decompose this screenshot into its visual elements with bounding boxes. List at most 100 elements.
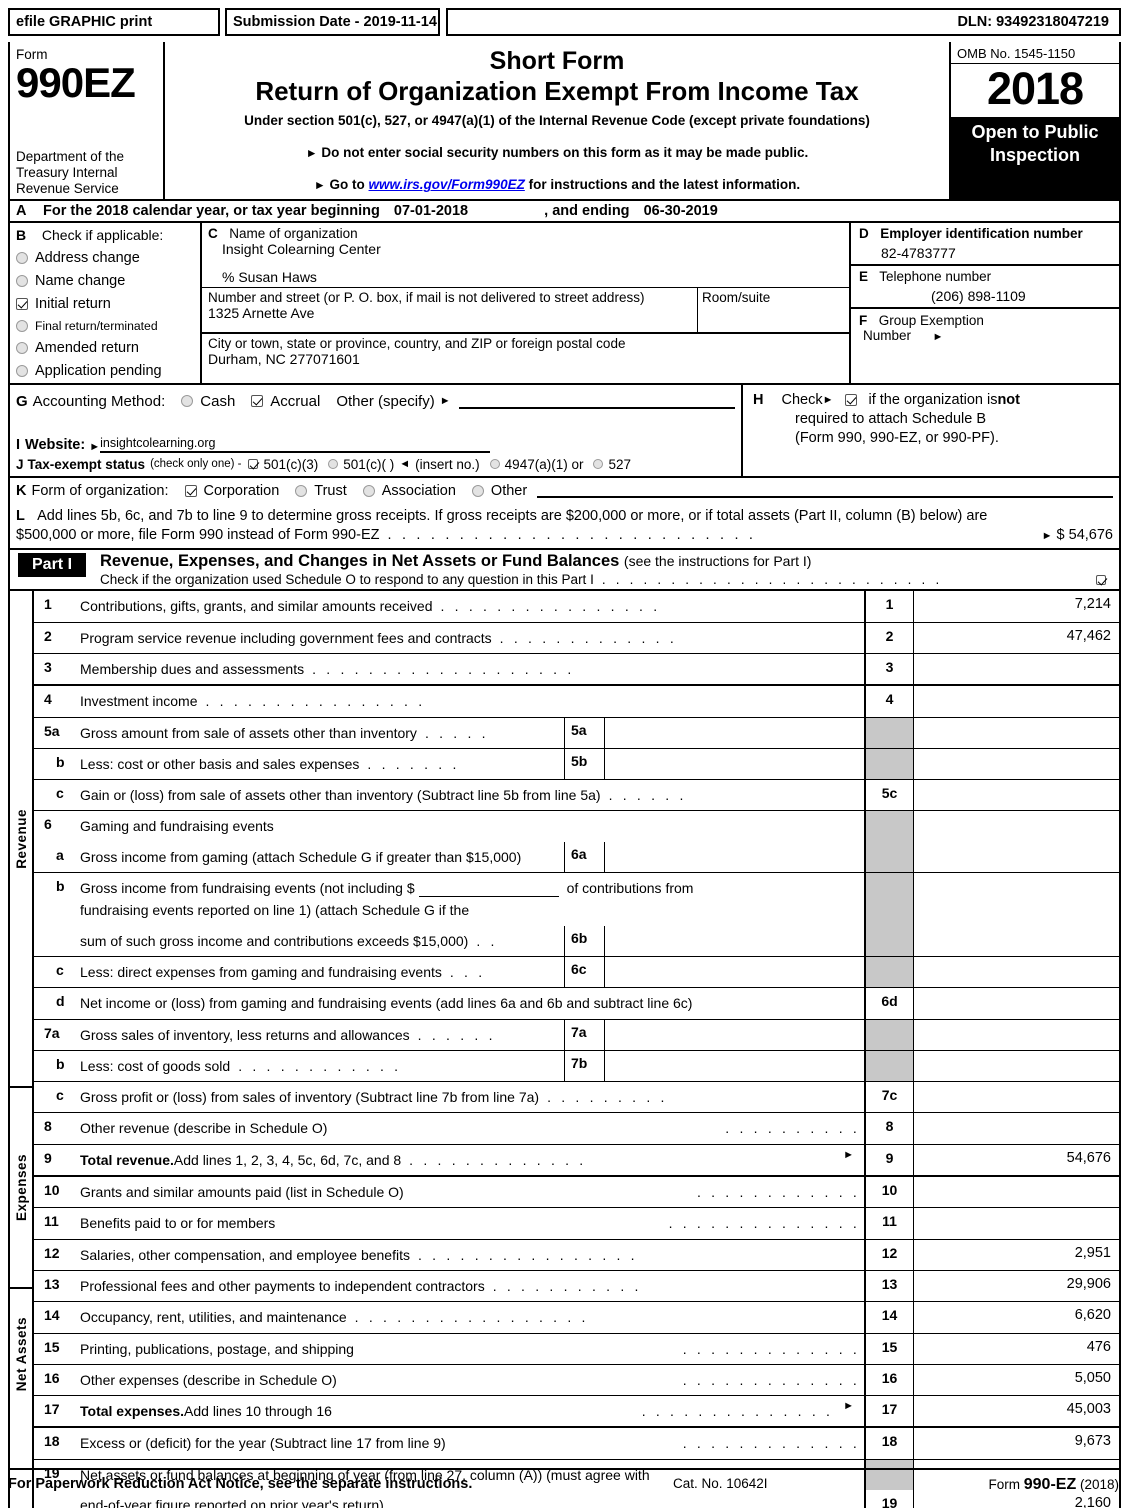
line-description: end-of-year figure reported on prior yea… (78, 1490, 864, 1508)
line-amount[interactable] (914, 1208, 1119, 1238)
line-amount[interactable]: 45,003 (914, 1396, 1119, 1426)
catalog-number: Cat. No. 10642I (673, 1476, 768, 1491)
checkbox-cash-icon[interactable] (181, 395, 194, 408)
checkbox-initial-return[interactable]: Initial return (16, 296, 196, 312)
subbox-value[interactable] (605, 842, 864, 872)
line-amount (914, 926, 1119, 956)
line-a-text: For the 2018 calendar year, or tax year … (43, 202, 380, 219)
checkbox-schedule-o-checked-icon[interactable] (1096, 574, 1106, 585)
checkbox-icon[interactable] (16, 251, 28, 264)
line-amount[interactable] (914, 1113, 1119, 1143)
line-amount[interactable]: 6,620 (914, 1302, 1119, 1332)
checkbox-trust-icon[interactable] (295, 485, 308, 498)
line-box-number: 5c (864, 780, 914, 811)
subbox-value[interactable] (605, 718, 864, 748)
line-amount (914, 957, 1119, 987)
line-number: 11 (44, 1213, 59, 1230)
shaded-cell (864, 873, 914, 926)
leader-dots: . . . . . . . . . . . . . . . . . . . . … (601, 572, 943, 588)
leader-dots: . . . . . . . . . . . . . . . . . . . . … (387, 526, 757, 543)
leader-dots: . . . . . . . . . . . . . (682, 1340, 860, 1357)
checkbox-address-change[interactable]: Address change (16, 250, 196, 266)
table-row-line7b: b Less: cost of goods sold . . . . . . .… (34, 1050, 1119, 1083)
checkbox-501c3-checked-icon[interactable] (248, 459, 259, 470)
checkbox-amended-return[interactable]: Amended return (16, 340, 196, 356)
accounting-other-input[interactable] (458, 394, 735, 409)
website-value[interactable]: insightcolearning.org (100, 436, 491, 453)
checkbox-checked-icon[interactable] (16, 297, 28, 310)
line-amount[interactable] (914, 780, 1119, 810)
subbox-value[interactable] (605, 749, 864, 779)
subbox-value[interactable] (605, 1051, 864, 1081)
part1-table: Revenue Expenses Net Assets 1 Contributi… (10, 591, 1119, 1508)
subbox-6b: 6b (564, 925, 864, 956)
checkbox-application-pending[interactable]: Application pending (16, 363, 196, 379)
part1-title: Revenue, Expenses, and Changes in Net As… (100, 552, 812, 571)
shaded-cell (864, 841, 914, 873)
checkbox-association-icon[interactable] (362, 485, 375, 498)
line-amount[interactable] (914, 988, 1119, 1018)
checkbox-final-return-terminated[interactable]: Final return/terminated (16, 319, 196, 333)
checkbox-501c-icon[interactable] (328, 459, 339, 470)
section-c-letter: C (208, 225, 218, 241)
leader-dots: . . . (449, 963, 486, 980)
line-description: sum of such gross income and contributio… (78, 926, 564, 956)
subbox-value[interactable] (605, 926, 864, 956)
checkbox-other-org-icon[interactable] (471, 485, 484, 498)
line-amount[interactable]: 9,673 (914, 1428, 1119, 1458)
checkbox-icon[interactable] (16, 319, 28, 332)
line-box-number: 4 (864, 686, 914, 717)
subbox-value[interactable] (605, 1020, 864, 1050)
checkbox-527-icon[interactable] (593, 459, 604, 470)
subbox-value[interactable] (605, 957, 864, 987)
subbox-7b: 7b (564, 1050, 864, 1082)
checkbox-4947a1-icon[interactable] (489, 459, 500, 470)
table-row-line6a: a Gross income from gaming (attach Sched… (34, 841, 1119, 874)
line-amount[interactable]: 7,214 (914, 591, 1119, 621)
form-frame: Form 990EZ Department of the Treasury In… (8, 42, 1121, 1508)
line-amount[interactable] (914, 654, 1119, 684)
table-row-line14: 14 Occupancy, rent, utilities, and maint… (34, 1302, 1119, 1334)
form-990ez-page: efile GRAPHIC print Submission Date - 20… (0, 0, 1129, 1508)
table-row-line5c: c Gain or (loss) from sale of assets oth… (34, 780, 1119, 812)
section-i-website: I Website: ► insightcolearning.org (16, 436, 735, 453)
checkbox-icon[interactable] (16, 364, 28, 377)
paperwork-reduction-notice: For Paperwork Reduction Act Notice, see … (8, 1476, 473, 1492)
line-amount[interactable]: 54,676 (914, 1145, 1119, 1175)
checkbox-corporation-checked-icon[interactable] (184, 485, 197, 498)
shaded-cell (864, 956, 914, 988)
telephone-value: (206) 898-1109 (931, 287, 1026, 304)
efile-header-bar: efile GRAPHIC print Submission Date - 20… (8, 8, 1121, 36)
sidebar-label-net-assets: Net Assets (13, 1317, 29, 1392)
checkbox-icon[interactable] (16, 274, 28, 287)
checkbox-name-change[interactable]: Name change (16, 273, 196, 289)
line-amount[interactable]: 2,951 (914, 1240, 1119, 1270)
table-row-line4: 4 Investment income . . . . . . . . . . … (34, 686, 1119, 718)
leader-dots: . . . . . . . . . . . . (238, 1057, 402, 1074)
checkbox-icon[interactable] (16, 341, 28, 354)
line-box-number: 13 (864, 1270, 914, 1302)
form-footer: For Paperwork Reduction Act Notice, see … (8, 1472, 1121, 1493)
line-amount[interactable] (914, 1082, 1119, 1112)
line-number: 12 (44, 1244, 60, 1261)
line-description: Less: cost of goods sold . . . . . . . .… (78, 1051, 564, 1081)
irs-form990ez-link[interactable]: www.irs.gov/Form990EZ (369, 177, 525, 192)
line-amount[interactable]: 47,462 (914, 623, 1119, 653)
arrow-right-icon: ► (843, 1400, 854, 1413)
line-amount[interactable]: 29,906 (914, 1271, 1119, 1301)
schedule-b-line3: (Form 990, 990-EZ, or 990-PF). (795, 429, 999, 446)
tax-year-end-date: 06-30-2019 (643, 202, 718, 219)
fundraising-contributions-input[interactable] (418, 896, 559, 898)
line-amount[interactable]: 5,050 (914, 1365, 1119, 1395)
line-amount[interactable] (914, 686, 1119, 716)
checkbox-accrual-checked-icon[interactable] (251, 395, 264, 408)
line-box-number: 18 (864, 1428, 914, 1459)
line-amount[interactable] (914, 1177, 1119, 1207)
form-of-org-other-input[interactable] (537, 483, 1113, 498)
line-description: Grants and similar amounts paid (list in… (78, 1177, 864, 1207)
line-amount[interactable]: 476 (914, 1334, 1119, 1364)
checkbox-schedule-b-checked-icon[interactable] (845, 394, 858, 407)
leader-dots: . . . . . . . . . . . . . . . . (417, 1246, 638, 1263)
ein-caption: D Employer identification number (859, 225, 1083, 241)
line-amount (914, 749, 1119, 779)
